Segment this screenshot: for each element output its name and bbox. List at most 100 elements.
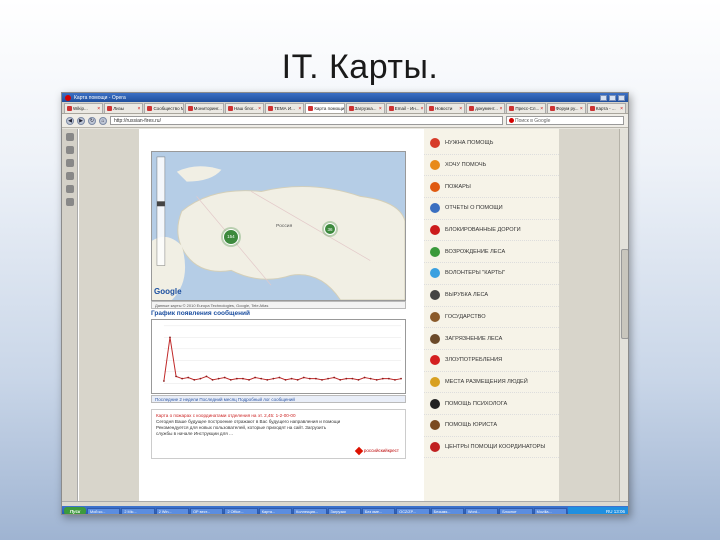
scrollbar-thumb[interactable] [621,249,628,339]
taskbar-item[interactable]: OCZ/ZP... [396,507,430,514]
close-tab-icon[interactable]: × [223,106,224,112]
favicon-icon [67,106,72,111]
category-item[interactable]: Помощь юриста [424,415,559,437]
search-input[interactable]: Поиск в Google [506,116,624,125]
messages-chart [151,319,406,394]
bookmarks-icon[interactable] [65,133,74,141]
taskbar-item[interactable]: Mozilla... [533,507,568,514]
start-button[interactable]: Пуск [64,507,86,514]
taskbar-item[interactable]: Безымя... [430,507,464,514]
notes-icon[interactable] [65,172,74,180]
back-button[interactable]: ◀ [66,116,74,125]
transfers-icon[interactable] [65,185,74,193]
chart-point [223,376,226,379]
browser-tab[interactable]: ТЕМА И... × [265,103,305,113]
favicon-icon [147,106,153,111]
widgets-icon[interactable] [65,159,74,167]
browser-tab[interactable]: Пресс-Сл... × [506,103,546,113]
reload-button[interactable]: ↻ [88,116,96,125]
category-item[interactable]: Пожары [424,176,559,199]
browser-tab[interactable]: Карта - ... × [586,103,627,113]
browser-tab[interactable]: документ... × [466,103,506,113]
chart-point [169,336,171,339]
browser-tab[interactable]: Загрузка... × [345,103,385,113]
close-tab-icon[interactable]: × [298,106,301,112]
chart-point [229,378,232,381]
maximize-button[interactable] [609,94,616,101]
browser-tab[interactable]: Новости × [425,103,466,113]
close-tab-icon[interactable]: × [420,106,423,112]
vertical-scrollbar[interactable] [619,129,628,501]
taskbar-item[interactable]: Карта... [258,507,293,514]
category-label: Возрождение леса [445,248,506,255]
taskbar-item[interactable]: Без име... [361,507,396,514]
category-item[interactable]: Возрождение леса [424,241,559,264]
taskbar-item[interactable]: Мой ко... [87,507,121,514]
browser-tab[interactable]: Лизы × [104,103,144,113]
tab-label: Новости [434,106,453,111]
partner-badge[interactable]: российскийкрест [354,446,399,456]
category-item[interactable]: Блокированные дороги [424,220,559,242]
category-item[interactable]: Центры помощи координаторы [424,437,559,459]
category-item[interactable]: Вырубка леса [424,285,559,307]
chart-point [278,376,281,379]
tab-label: ТЕМА И... [274,106,295,111]
close-tab-icon[interactable]: × [258,106,261,112]
info-box: российскийкрест Карта о пожарах с коорди… [151,409,406,459]
category-label: Блокированные дороги [445,227,521,234]
browser-tab[interactable]: Email - Ин... × [385,103,425,113]
browser-tab[interactable]: Мониторинг...× [184,103,224,113]
history-icon[interactable] [65,198,74,206]
browser-tab[interactable]: Сообщество Му Opera - 16 обработки× [144,103,184,113]
map-view[interactable]: Россия 1543654 Google [151,151,406,301]
category-item[interactable]: Места размещения людей [424,372,559,394]
category-item[interactable]: Хочу помочь [424,155,559,177]
favicon-icon [589,106,595,111]
category-item[interactable]: Волонтеры "Карты" [424,263,559,285]
mail-icon[interactable] [65,146,74,154]
opera-logo-icon [65,94,71,101]
close-window-button[interactable] [618,94,625,101]
category-label: Вырубка леса [445,292,489,299]
home-button[interactable]: ⌂ [99,116,107,125]
close-tab-icon[interactable]: × [540,106,543,112]
taskbar-item[interactable]: Блокнот [499,507,533,514]
browser-tab[interactable]: Wikip... × [64,103,104,113]
browser-tab[interactable]: Форум ру... × [546,103,586,113]
close-tab-icon[interactable]: × [459,106,462,112]
close-tab-icon[interactable]: × [499,106,502,112]
map-cluster-marker[interactable]: 36 [324,223,337,236]
category-item[interactable]: Нужна помощь [424,133,559,155]
taskbar-item[interactable]: 2 Win... [155,507,190,514]
taskbar-item[interactable]: 2 Office... [224,507,258,514]
category-label: Государство [445,313,486,320]
close-tab-icon[interactable]: × [620,106,623,112]
category-item[interactable]: Злоупотребления [424,350,559,372]
close-tab-icon[interactable]: × [97,106,100,112]
chart-point [284,378,287,381]
close-tab-icon[interactable]: × [580,106,583,112]
chart-point [260,377,263,380]
taskbar-item[interactable]: ОР вест... [190,507,224,514]
map-cluster-marker[interactable]: 154 [222,228,239,245]
browser-tab[interactable]: Карта помощи× [305,103,345,113]
address-input[interactable]: http://russian-fires.ru/ [110,116,503,125]
zoom-control[interactable] [156,156,166,266]
taskbar-item[interactable]: Word... [464,507,499,514]
close-tab-icon[interactable]: × [379,106,382,112]
taskbar-item[interactable]: Коллекция... [293,507,327,514]
category-item[interactable]: Помощь психолога [424,393,559,415]
taskbar-item[interactable]: 2 Mic... [121,507,155,514]
browser-tab[interactable]: Наш блог... × [224,103,265,113]
chart-period-links[interactable]: Последние 2 недели Последний месяц Подро… [151,395,406,403]
category-item[interactable]: Отчеты о помощи [424,198,559,220]
category-item[interactable]: Загрязнение леса [424,328,559,350]
minimize-button[interactable] [600,94,607,101]
chart-point [235,377,238,380]
forward-button[interactable]: ▶ [77,116,85,125]
category-item[interactable]: Государство [424,307,559,329]
chart-point [163,380,165,382]
close-tab-icon[interactable]: × [138,106,141,112]
favicon-icon [348,106,354,111]
taskbar-item[interactable]: Загрузки [327,507,361,514]
